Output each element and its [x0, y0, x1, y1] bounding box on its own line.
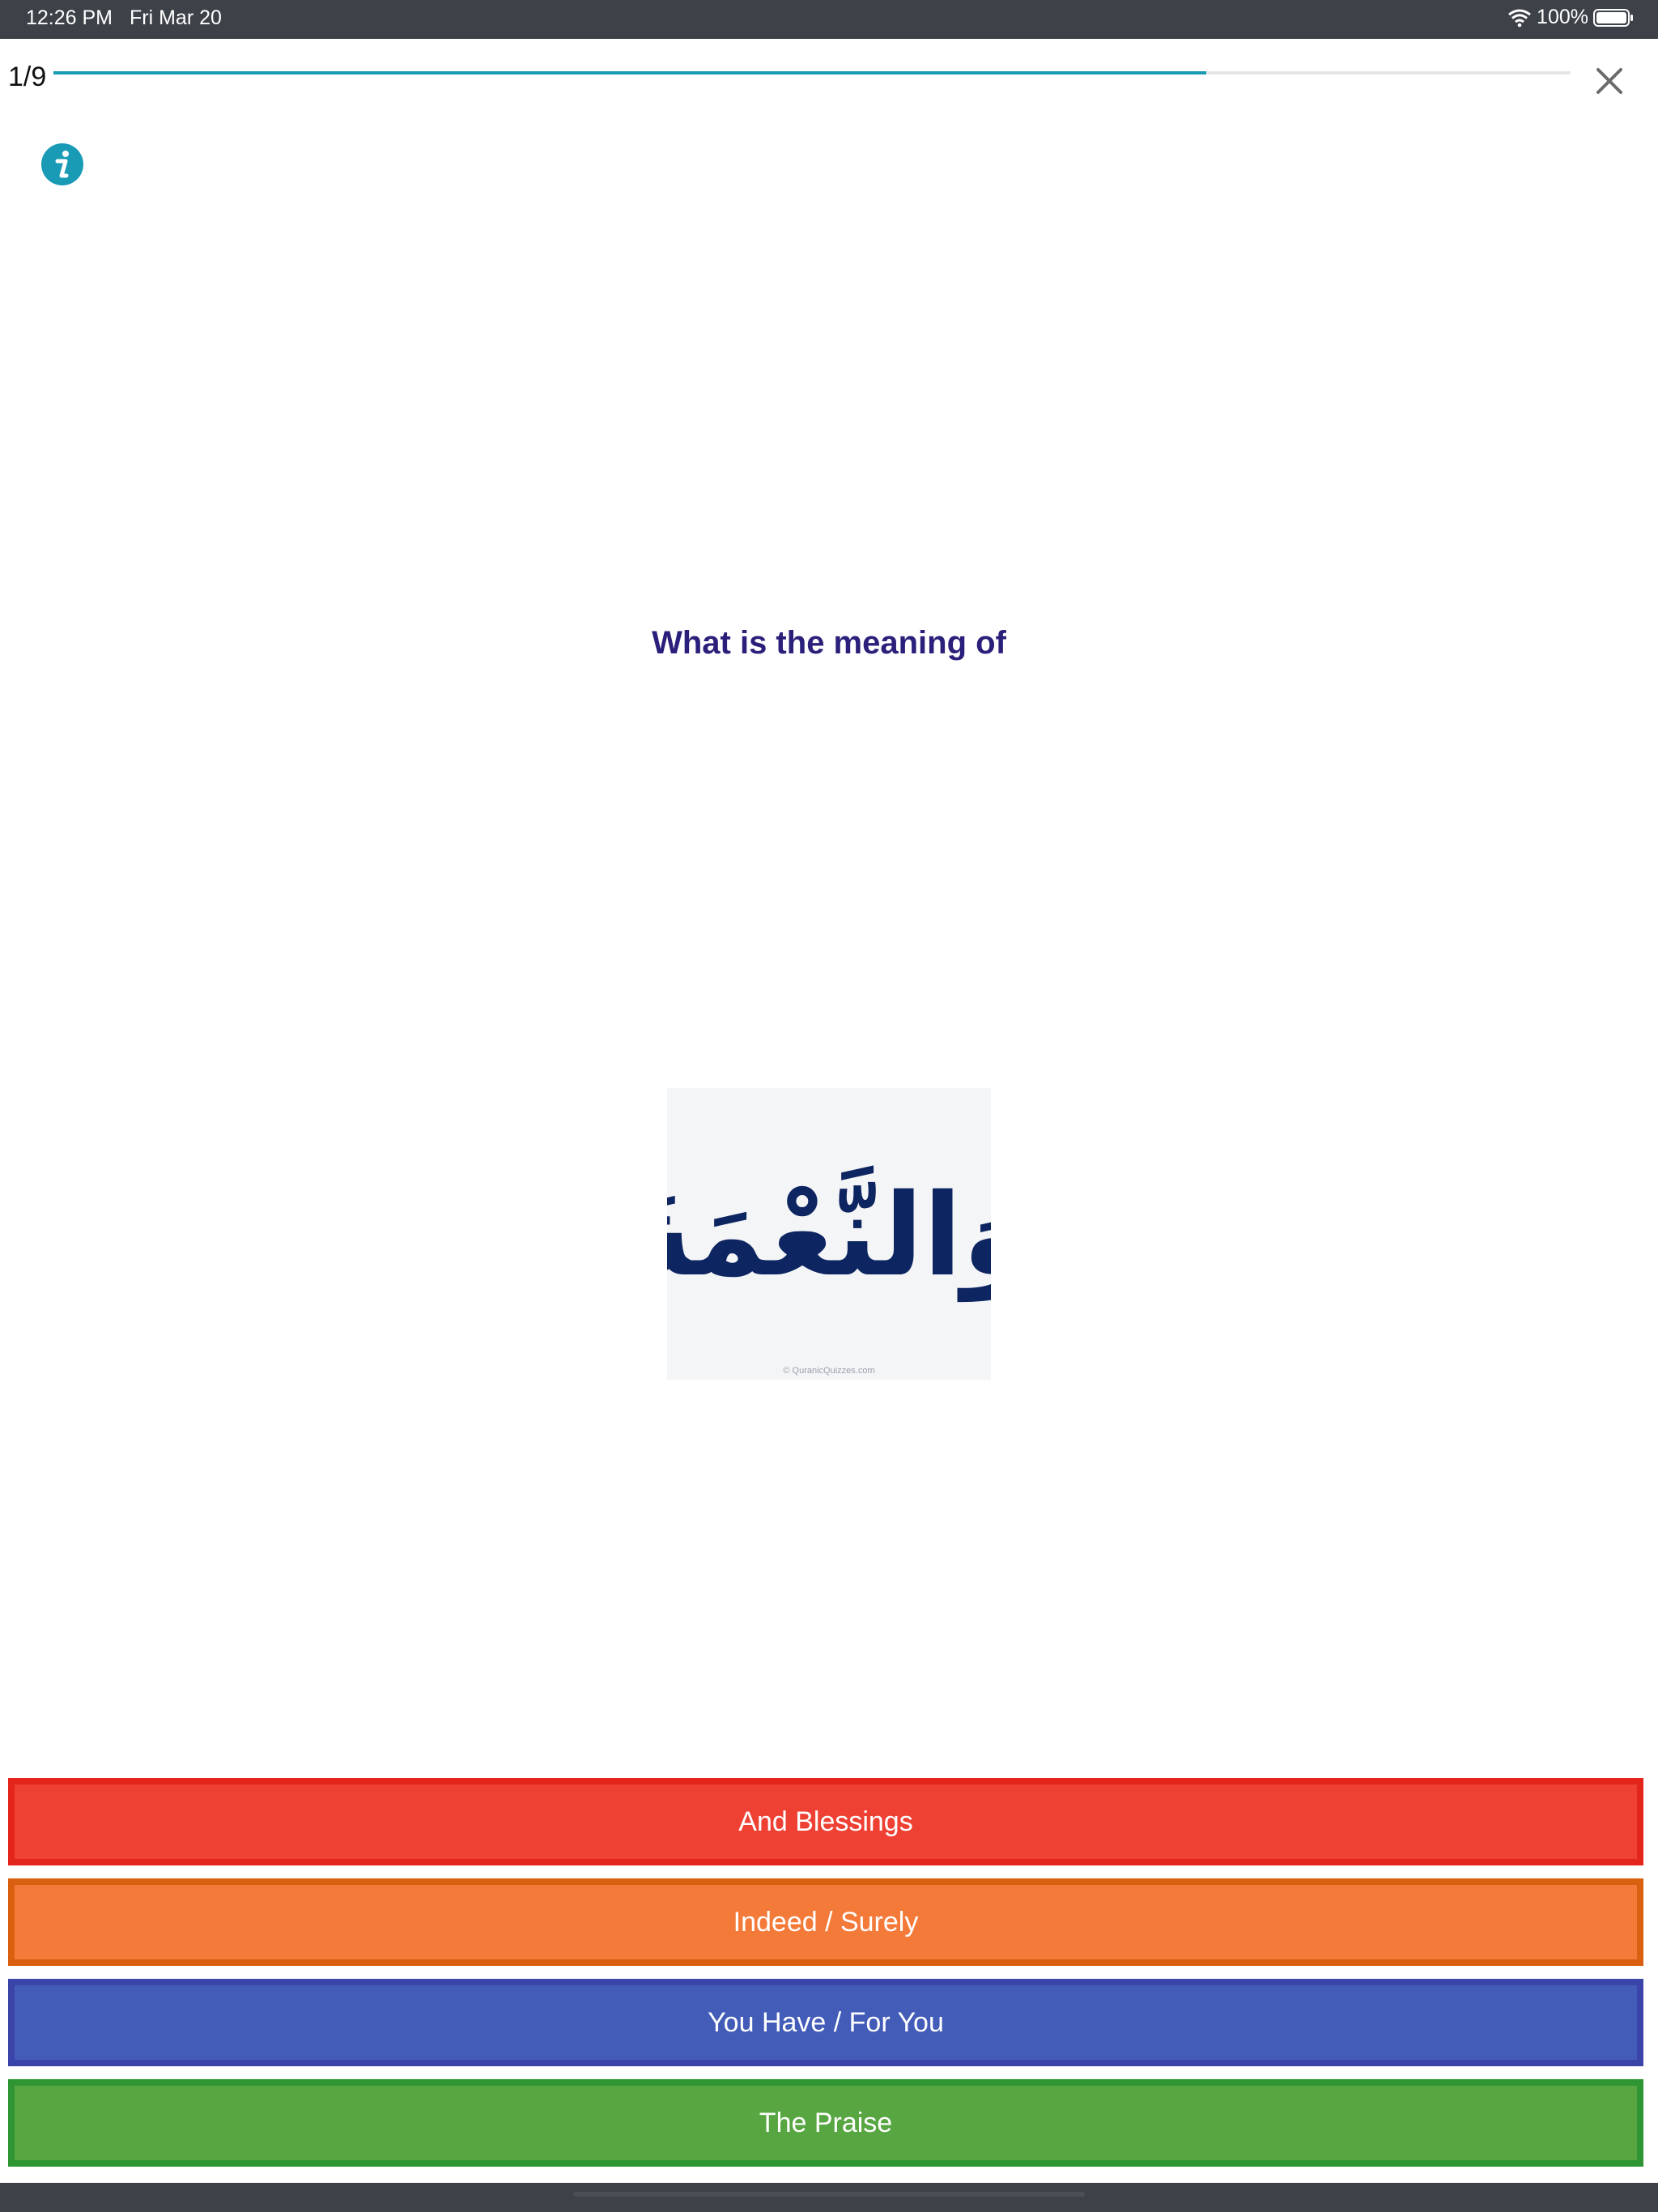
answer-option-the-praise[interactable]: The Praise	[8, 2079, 1643, 2167]
battery-percent: 100%	[1537, 6, 1588, 28]
question-prompt: What is the meaning of	[652, 625, 1006, 661]
answer-label: Indeed / Surely	[733, 1906, 919, 1938]
answer-label: You Have / For You	[708, 2006, 944, 2038]
status-right: 100%	[1507, 6, 1634, 29]
image-watermark: © QuranicQuizzes.com	[783, 1366, 874, 1376]
answer-option-indeed-surely[interactable]: Indeed / Surely	[8, 1878, 1643, 1966]
status-date: Fri Mar 20	[130, 6, 222, 29]
arabic-word-image: وَالنَّعْمَةَ © QuranicQuizzes.com	[626, 1088, 1032, 1380]
battery-icon	[1593, 8, 1633, 27]
close-button[interactable]	[1592, 63, 1627, 99]
progress-bar	[53, 71, 1571, 74]
home-indicator[interactable]	[573, 2192, 1085, 2197]
close-icon	[1596, 68, 1622, 94]
info-button[interactable]	[40, 143, 84, 186]
wifi-icon	[1508, 9, 1531, 27]
answer-option-and-blessings[interactable]: And Blessings	[8, 1778, 1643, 1865]
info-icon	[41, 143, 83, 185]
progress-counter: 1/9	[8, 62, 47, 92]
answer-label: The Praise	[759, 2107, 893, 2138]
home-bar-area	[0, 2183, 1658, 2212]
answer-option-you-have-for-you[interactable]: You Have / For You	[8, 1979, 1643, 2066]
answer-label: And Blessings	[738, 1806, 913, 1837]
status-bar: 12:26 PM Fri Mar 20 100%	[0, 0, 1658, 39]
status-time: 12:26 PM	[26, 6, 113, 29]
arabic-word: وَالنَّعْمَةَ	[667, 1165, 991, 1303]
progress-fill	[53, 71, 1207, 74]
